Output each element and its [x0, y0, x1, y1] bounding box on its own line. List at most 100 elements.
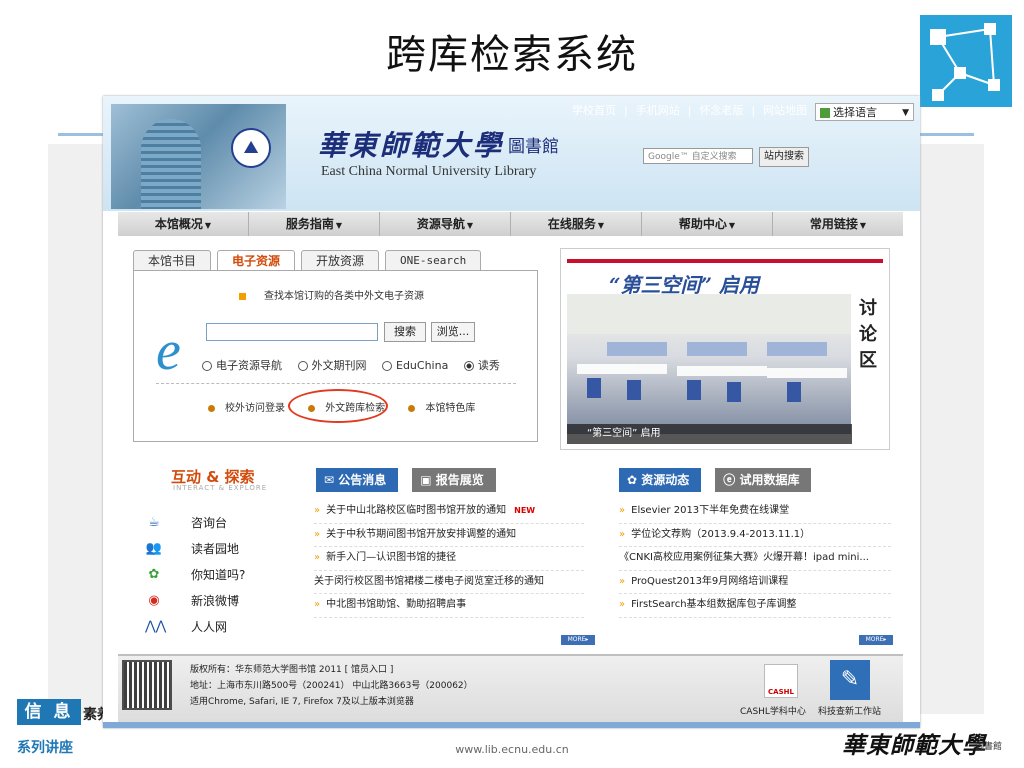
bullet-icon: [408, 404, 416, 412]
list-item[interactable]: » FirstSearch基本组数据库包子库调整: [619, 594, 891, 618]
library-signature: 圖書館: [975, 742, 1003, 752]
radio-foreign-journals[interactable]: 外文期刊网: [297, 359, 367, 372]
item-label: 你知道吗?: [191, 568, 246, 582]
radio-educhina[interactable]: EduChina: [382, 359, 448, 372]
megaphone-icon: ✉: [324, 473, 339, 487]
item-label: 新浪微博: [191, 594, 240, 608]
footer-copyright: 版权所有：华东师范大学图书馆 2011 [ 馆员入口 ]: [190, 665, 394, 675]
google-search-input[interactable]: Google™ 自定义搜索: [643, 148, 753, 164]
e-resource-search-input[interactable]: [206, 323, 378, 341]
list-item[interactable]: » 新手入门—认识图书馆的捷径: [314, 547, 584, 571]
tab-open-resources[interactable]: 开放资源: [301, 250, 380, 271]
nav-about[interactable]: 本馆概况 ▼: [118, 212, 249, 236]
more-news-button[interactable]: MORE▸: [561, 635, 595, 645]
bullet-icon: [239, 292, 246, 300]
interact-item-did-you-know[interactable]: ✿ 你知道吗?: [145, 562, 246, 588]
interact-item-readers[interactable]: 👥 读者园地: [145, 536, 245, 562]
resource-tabs: ✿ 资源动态 ⓔ 试用数据库: [619, 468, 812, 492]
list-item[interactable]: » 中北图书馆助馆、勤助招聘启事: [314, 594, 584, 618]
notice-list: » 关于中山北路校区临时图书馆开放的通知 NEW » 关于中秋节期间图书馆开放安排调整…: [314, 500, 584, 618]
list-item[interactable]: » 关于中秋节期间图书馆开放安排调整的通知: [314, 524, 584, 547]
tab-label: 报告展览: [435, 473, 484, 487]
notice-tabs: ✉ 公告消息 ▣ 报告展览: [316, 468, 496, 492]
cashl-logo-icon[interactable]: CASHL: [764, 664, 798, 698]
language-select[interactable]: 选择语言 ▼: [815, 103, 914, 121]
arrow-icon: »: [314, 552, 321, 563]
nav-services[interactable]: 服务指南 ▼: [249, 212, 380, 236]
interact-subtitle: INTERACT & EXPLORE: [173, 484, 268, 492]
sci-novelty-icon[interactable]: ✎: [830, 660, 870, 700]
radio-label: 外文期刊网: [311, 359, 367, 372]
tab-catalog[interactable]: 本馆书目: [133, 250, 212, 271]
tab-trial-databases[interactable]: ⓔ 试用数据库: [715, 468, 812, 492]
interact-item-help-desk[interactable]: ☕ 咨询台: [145, 510, 245, 536]
arrow-icon: »: [619, 599, 626, 610]
link-old-version[interactable]: 怀念老版: [699, 104, 743, 117]
radio-label: EduChina: [396, 359, 449, 372]
question-icon: ✿: [148, 567, 160, 582]
radio-e-nav[interactable]: 电子资源导航: [202, 359, 282, 372]
nav-links[interactable]: 常用链接 ▼: [773, 212, 903, 236]
list-item[interactable]: 《CNKI高校应用案例征集大赛》火爆开幕！ipad mini...: [619, 547, 891, 571]
search-button[interactable]: 搜索: [384, 322, 426, 342]
gear-icon: ✿: [627, 473, 642, 487]
radio-duxiu[interactable]: 读秀: [463, 359, 500, 372]
link-offcampus-login[interactable]: 校外访问登录: [208, 403, 295, 414]
tab-e-resources[interactable]: 电子资源: [217, 250, 296, 271]
nav-label: 常用链接: [809, 217, 858, 231]
sci-novelty-link[interactable]: 科技查新工作站: [818, 704, 881, 717]
cashl-link[interactable]: CASHL学科中心: [740, 704, 806, 717]
nav-label: 资源导航: [416, 217, 465, 231]
network-graphic-icon: [920, 15, 1012, 107]
interact-item-renren[interactable]: ⋀⋀ 人人网: [145, 614, 245, 640]
link-sitemap[interactable]: 网站地图: [763, 104, 807, 117]
radio-icon: [202, 361, 212, 371]
new-badge: NEW: [514, 506, 536, 515]
link-school-home[interactable]: 学校首页: [572, 104, 616, 117]
university-name-en: East China Normal University Library: [321, 164, 537, 179]
news-title: 《CNKI高校应用案例征集大赛》火爆开幕！ipad mini...: [619, 552, 869, 563]
caret-down-icon: ▼: [204, 221, 212, 230]
nav-help[interactable]: 帮助中心 ▼: [642, 212, 773, 236]
browse-button[interactable]: 浏览...: [431, 322, 475, 342]
tab-reports[interactable]: ▣ 报告展览: [412, 468, 496, 492]
sign-char: 论: [859, 324, 877, 345]
renren-icon: ⋀⋀: [145, 619, 167, 634]
quick-link-label: 本馆特色库: [425, 403, 476, 414]
tab-label: 公告消息: [338, 473, 387, 487]
nav-label: 帮助中心: [678, 217, 727, 231]
more-resources-button[interactable]: MORE▸: [859, 635, 893, 645]
promo-banner[interactable]: “第三空间” 启用 讨 论 区 “第三空间” 启用: [560, 248, 890, 450]
list-item[interactable]: » ProQuest2013年9月网络培训课程: [619, 571, 891, 594]
radio-icon: [297, 361, 308, 371]
nav-online-services[interactable]: 在线服务 ▼: [511, 212, 642, 236]
list-item[interactable]: » Elsevier 2013下半年免费在线课堂: [619, 500, 891, 524]
info-literacy-tail: 素养: [83, 707, 103, 723]
library-website-screenshot: ⛰ 華東師範大學 圖書館 East China Normal Universit…: [103, 96, 920, 728]
tab-resource-news[interactable]: ✿ 资源动态: [619, 468, 702, 492]
promo-caption: “第三空间” 启用: [567, 424, 852, 444]
e-resource-logo-icon: e: [156, 320, 181, 382]
interact-item-weibo[interactable]: ◉ 新浪微博: [145, 588, 245, 614]
footer-address: 地址：上海市东川路500号（200241） 中山北路3663号（200062）: [190, 681, 473, 691]
tab-notices[interactable]: ✉ 公告消息: [316, 468, 399, 492]
list-item[interactable]: 关于闵行校区图书馆裙楼二楼电子阅览室迁移的通知: [314, 571, 584, 594]
site-search-button[interactable]: 站内搜索: [759, 147, 809, 167]
e-resource-search-panel: 查找本馆订购的各类中外文电子资源 e 搜索 浏览... 电子资源导航 外文期刊网…: [133, 270, 538, 442]
list-item[interactable]: » 学位论文荐购（2013.9.4-2013.11.1）: [619, 524, 891, 547]
info-columns: 互动 & 探索 INTERACT & EXPLORE ☕ 咨询台 👥 读者园地 ✿ 你…: [131, 458, 893, 646]
link-mobile[interactable]: 手机网站: [636, 104, 680, 117]
list-item[interactable]: » 关于中山北路校区临时图书馆开放的通知 NEW: [314, 500, 584, 524]
university-seal-icon: ⛰: [231, 128, 271, 168]
tab-one-search[interactable]: ONE-search: [385, 250, 482, 271]
footer-text: 版权所有：华东师范大学图书馆 2011 [ 馆员入口 ] 地址：上海市东川路50…: [190, 662, 473, 710]
link-sep: |: [751, 104, 756, 117]
caret-down-icon: ▼: [335, 221, 343, 230]
nav-label: 服务指南: [285, 217, 334, 231]
caret-down-icon: ▼: [466, 221, 474, 230]
nav-resources[interactable]: 资源导航 ▼: [380, 212, 511, 236]
people-icon: 👥: [145, 541, 163, 556]
tab-label: 资源动态: [641, 473, 690, 487]
link-special-collections[interactable]: 本馆特色库: [408, 403, 485, 414]
link-sep: |: [687, 104, 692, 117]
